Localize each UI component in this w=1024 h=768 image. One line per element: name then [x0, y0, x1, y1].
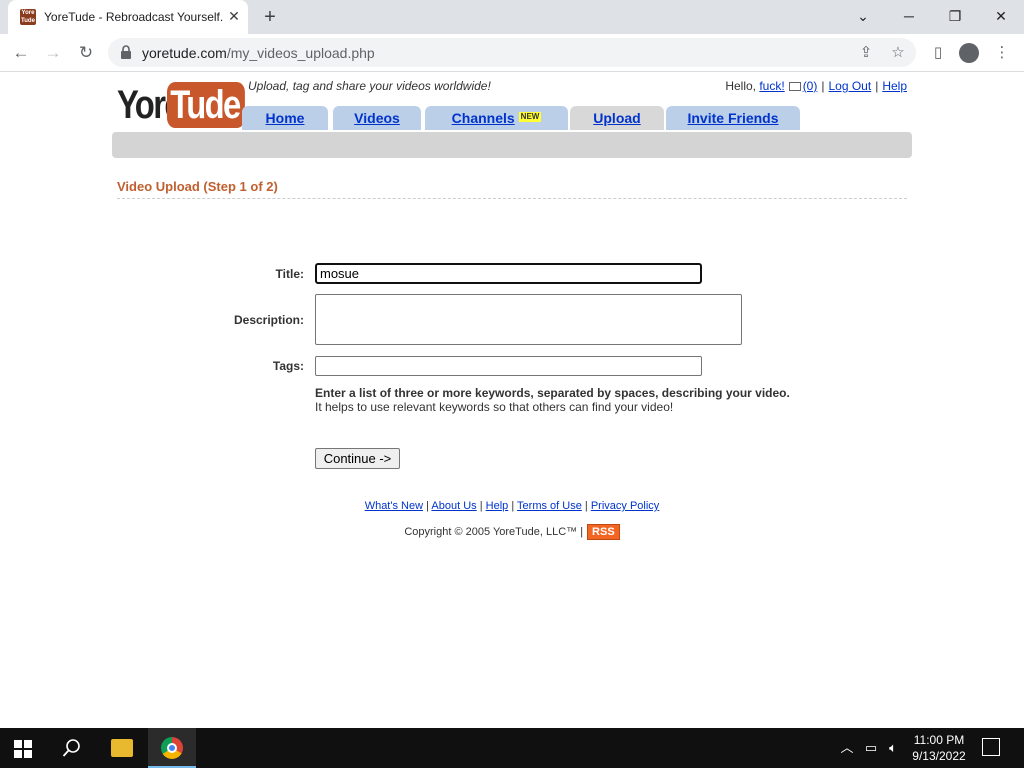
title-label: Title:	[275, 267, 304, 281]
url-text: yoretude.com/my_videos_upload.php	[142, 45, 375, 61]
site-favicon-icon: Yore Tude	[20, 9, 36, 25]
footer-links: What's New | About Us | Help | Terms of …	[364, 500, 660, 512]
web-page: Yore Tude Upload, tag and share your vid…	[0, 72, 1024, 728]
windows-start-icon[interactable]	[14, 740, 32, 758]
logo-tude-text: Tude	[167, 82, 245, 128]
taskbar-chrome-button[interactable]	[148, 728, 196, 768]
logout-link[interactable]: Log Out	[828, 79, 871, 93]
window-close-icon[interactable]: ✕	[986, 4, 1016, 28]
terms-link[interactable]: Terms of Use	[517, 500, 582, 512]
title-input[interactable]	[315, 263, 702, 284]
new-tab-icon[interactable]: +	[258, 6, 282, 28]
divider	[117, 198, 907, 199]
mail-icon[interactable]	[788, 82, 801, 91]
tab-home-label[interactable]: Home	[266, 110, 305, 126]
notification-icon[interactable]	[982, 738, 1000, 756]
file-explorer-icon[interactable]	[111, 739, 133, 757]
tags-help-normal: It helps to use relevant keywords so tha…	[315, 400, 674, 414]
new-badge: NEW	[518, 112, 542, 122]
greeting-text: Hello,	[725, 79, 756, 93]
network-icon[interactable]: ▭	[862, 739, 880, 757]
tab-title: YoreTude - Rebroadcast Yourself.	[44, 10, 224, 24]
tags-label: Tags:	[272, 359, 304, 373]
volume-icon[interactable]: 🔈︎	[884, 739, 902, 757]
continue-button[interactable]: Continue ->	[315, 448, 400, 469]
lock-icon	[121, 45, 131, 59]
help-link[interactable]: Help	[882, 79, 907, 93]
description-textarea[interactable]	[315, 294, 742, 345]
about-us-link[interactable]: About Us	[431, 500, 476, 512]
copyright: Copyright © 2005 YoreTude, LLC™ | RSS	[0, 524, 1024, 540]
chrome-icon	[161, 737, 183, 759]
forward-icon[interactable]: →	[40, 41, 66, 65]
share-icon[interactable]: ⇪	[856, 43, 876, 63]
close-icon[interactable]: ✕	[226, 8, 242, 24]
bookmark-star-icon[interactable]: ☆	[888, 43, 908, 63]
tab-upload-label[interactable]: Upload	[593, 110, 640, 126]
restore-icon[interactable]: ❐	[940, 4, 970, 28]
nav-subbar	[112, 132, 912, 158]
search-icon[interactable]	[62, 738, 82, 758]
tags-input[interactable]	[315, 356, 702, 376]
profile-avatar-icon[interactable]	[959, 43, 979, 63]
minimize-icon[interactable]: ─	[894, 4, 924, 28]
tab-videos[interactable]: Videos	[333, 106, 421, 130]
tab-home[interactable]: Home	[242, 106, 328, 130]
tab-channels-label[interactable]: Channels	[452, 110, 515, 126]
back-icon[interactable]: ←	[8, 41, 34, 65]
separator: |	[821, 79, 825, 93]
tab-invite-friends[interactable]: Invite Friends	[666, 106, 800, 130]
side-panel-icon[interactable]: ▯	[927, 42, 949, 64]
tab-upload[interactable]: Upload	[570, 106, 664, 130]
browser-toolbar: ← → ↻ yoretude.com/my_videos_upload.php …	[0, 34, 1024, 72]
clock-date: 9/13/2022	[912, 749, 966, 763]
chevron-up-icon[interactable]: ︿	[838, 739, 856, 757]
address-bar[interactable]: yoretude.com/my_videos_upload.php ⇪ ☆	[108, 38, 916, 67]
browser-tab-strip: Yore Tude YoreTude - Rebroadcast Yoursel…	[0, 0, 1024, 34]
whats-new-link[interactable]: What's New	[365, 500, 423, 512]
footer-help-link[interactable]: Help	[486, 500, 509, 512]
site-tagline: Upload, tag and share your videos worldw…	[248, 79, 491, 93]
url-host: yoretude.com	[142, 45, 227, 61]
system-clock[interactable]: 11:00 PM 9/13/2022	[906, 732, 972, 764]
tab-videos-label[interactable]: Videos	[354, 110, 400, 126]
menu-kebab-icon[interactable]: ⋮	[991, 42, 1013, 64]
url-path: /my_videos_upload.php	[226, 45, 375, 61]
tab-search-icon[interactable]: ⌄	[848, 4, 878, 28]
rss-button[interactable]: RSS	[587, 524, 620, 540]
tab-channels[interactable]: Channels NEW	[425, 106, 568, 130]
tab-invite-friends-label[interactable]: Invite Friends	[687, 110, 778, 126]
username-link[interactable]: fuck!	[759, 79, 784, 93]
page-title: Video Upload (Step 1 of 2)	[117, 179, 278, 194]
description-label: Description:	[233, 313, 304, 327]
copyright-text: Copyright © 2005 YoreTude, LLC™ |	[404, 526, 584, 538]
separator: |	[875, 79, 879, 93]
tags-help-strong: Enter a list of three or more keywords, …	[315, 386, 790, 400]
windows-taskbar: ︿ ▭ 🔈︎ 11:00 PM 9/13/2022	[0, 728, 1024, 768]
user-bar: Hello, fuck! (0) | Log Out | Help	[725, 79, 907, 93]
reload-icon[interactable]: ↻	[73, 41, 99, 65]
clock-time: 11:00 PM	[913, 733, 965, 747]
browser-tab-active[interactable]: Yore Tude YoreTude - Rebroadcast Yoursel…	[8, 0, 248, 34]
message-count-link[interactable]: (0)	[803, 79, 818, 93]
privacy-link[interactable]: Privacy Policy	[591, 500, 659, 512]
